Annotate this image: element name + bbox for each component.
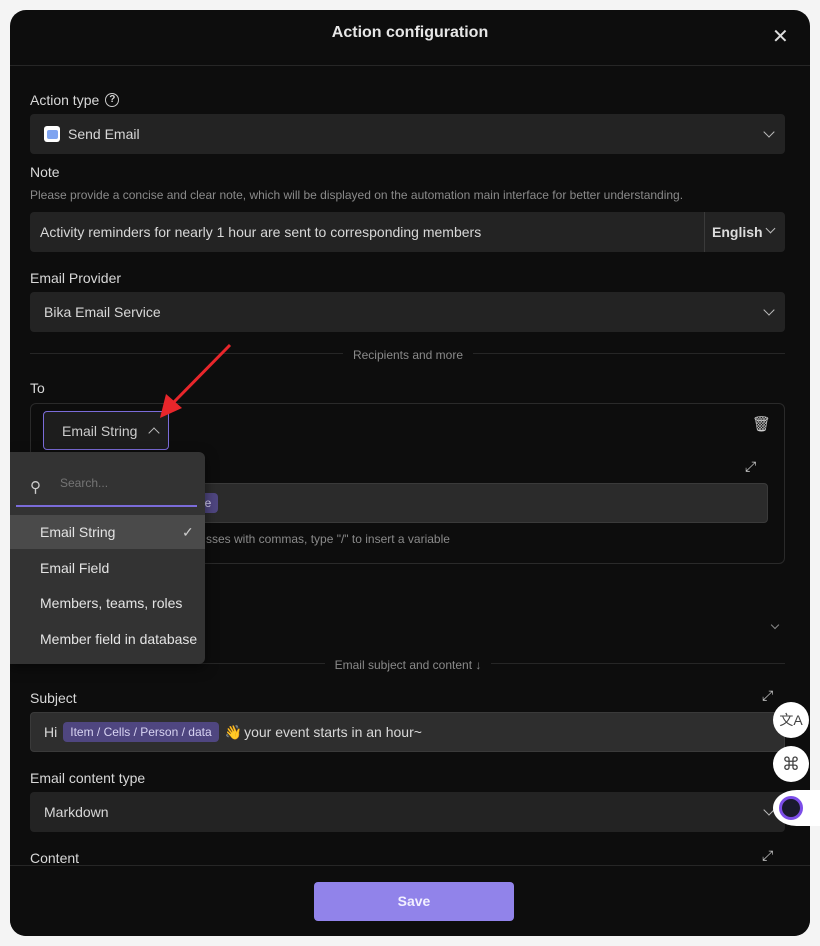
translate-icon[interactable]: 文A (773, 702, 809, 738)
red-arrow-annotation (160, 343, 232, 418)
apps-icon[interactable]: ⌘ (773, 746, 809, 782)
assistant-icon[interactable] (773, 790, 820, 826)
